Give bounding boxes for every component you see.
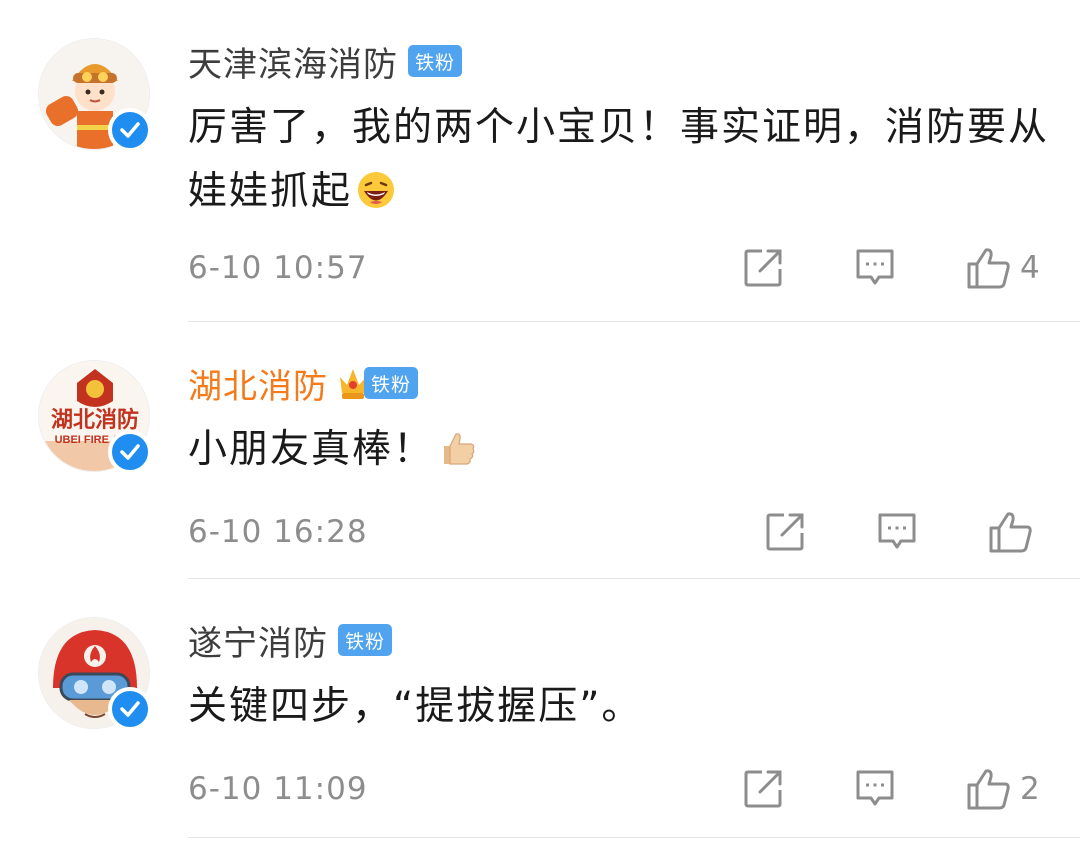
laughing-face-icon	[356, 166, 396, 208]
comment-icon	[876, 511, 918, 553]
like-count: 4	[1020, 250, 1040, 286]
fan-badge: 铁粉	[408, 45, 463, 77]
like-count: 2	[1020, 771, 1040, 807]
like-icon	[966, 246, 1012, 290]
avatar-logo-text: 湖北消防	[51, 407, 139, 433]
repost-button[interactable]	[742, 768, 784, 810]
fan-badge: 铁粉	[364, 367, 419, 399]
repost-icon	[742, 247, 784, 289]
comment-item: 湖北消防 UBEI FIRE AND 湖北消防 铁粉 小朋友真棒！ 6-10 1…	[0, 322, 1080, 579]
repost-button[interactable]	[764, 511, 806, 553]
comment-text: 厉害了，我的两个小宝贝！事实证明，消防要从娃娃抓起	[188, 105, 1050, 214]
comment-button[interactable]	[876, 511, 918, 553]
username[interactable]: 湖北消防	[188, 359, 328, 408]
like-button[interactable]: 4	[966, 246, 1042, 290]
like-button[interactable]	[988, 510, 1034, 554]
comment-item: 遂宁消防 铁粉 关键四步，“提拔握压”。 6-10 11:09 2	[0, 579, 1080, 842]
repost-button[interactable]	[742, 247, 784, 289]
verified-icon	[108, 108, 152, 152]
comment-icon	[854, 768, 896, 810]
timestamp: 6-10 10:57	[188, 250, 368, 286]
comment-text: 小朋友真棒！	[188, 418, 1058, 482]
like-icon	[988, 510, 1034, 554]
timestamp: 6-10 16:28	[188, 514, 368, 550]
divider	[188, 837, 1080, 838]
username[interactable]: 遂宁消防	[188, 616, 328, 665]
username[interactable]: 天津滨海消防	[188, 37, 398, 86]
comment-item: 天津滨海消防 铁粉 厉害了，我的两个小宝贝！事实证明，消防要从娃娃抓起 6-10…	[0, 0, 1080, 322]
comment-button[interactable]	[854, 247, 896, 289]
fan-badge: 铁粉	[338, 624, 393, 656]
comment-icon	[854, 247, 896, 289]
comment-button[interactable]	[854, 768, 896, 810]
timestamp: 6-10 11:09	[188, 771, 368, 807]
repost-icon	[742, 768, 784, 810]
repost-icon	[764, 511, 806, 553]
like-icon	[966, 767, 1012, 811]
comment-text: 关键四步，“提拔握压”。	[188, 684, 643, 729]
verified-icon	[108, 687, 152, 731]
verified-icon	[108, 430, 152, 474]
thumbs-up-icon	[438, 424, 478, 465]
like-button[interactable]: 2	[966, 767, 1042, 811]
